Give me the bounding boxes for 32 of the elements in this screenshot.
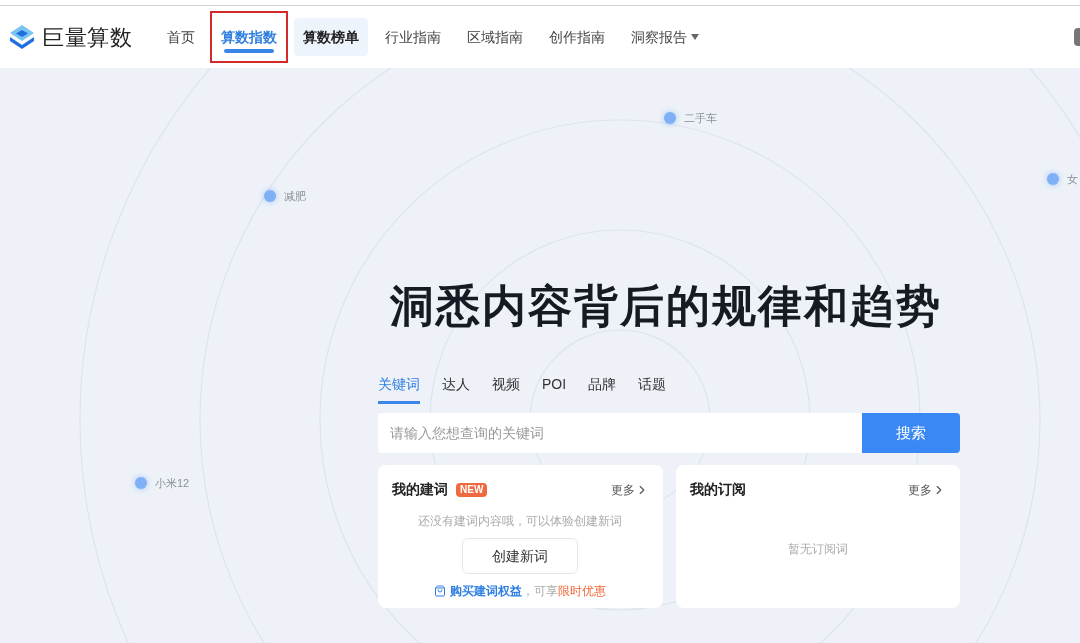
card-title: 我的订阅 (689, 480, 746, 499)
nav-item[interactable]: 区域指南 (458, 13, 533, 61)
create-word-button[interactable]: 创建新词 (462, 538, 579, 574)
nav-item[interactable]: 算数指数 (212, 13, 287, 61)
more-link[interactable]: 更多 (908, 480, 946, 499)
empty-message: 还没有建词内容哦，可以体验创建新词 (418, 513, 623, 530)
search-tab[interactable]: 话题 (638, 374, 667, 404)
logo-icon (8, 23, 36, 51)
buy-rights-link[interactable]: 购买建词权益 (450, 584, 523, 598)
user-icon[interactable] (1074, 28, 1080, 46)
nav-item[interactable]: 行业指南 (376, 13, 451, 61)
search-tab[interactable]: 达人 (442, 374, 470, 404)
search-tab[interactable]: 视频 (492, 374, 520, 404)
more-link[interactable]: 更多 (610, 480, 649, 499)
empty-message: 暂无订阅词 (787, 541, 848, 558)
search-field[interactable]: 请输入您想查询的关键词 (378, 413, 862, 453)
bag-icon (434, 585, 447, 597)
search-tab[interactable]: POI (542, 374, 567, 404)
nav-item[interactable]: 算数榜单 (294, 18, 369, 56)
nav-item[interactable]: 首页 (158, 13, 205, 61)
caret-icon (691, 34, 700, 40)
search-tab[interactable]: 品牌 (588, 374, 617, 404)
headline: 洞悉内容背后的规律和趋势 (389, 282, 943, 330)
nav-item[interactable]: 创作指南 (540, 13, 615, 61)
promo-text: 购买建词权益，可享限时优惠 (450, 583, 607, 600)
nav-item[interactable]: 洞察报告 (622, 13, 709, 61)
new-badge: NEW (456, 482, 488, 497)
card-title: 我的建词 (392, 480, 448, 499)
brand-name: 巨量算数 (42, 23, 133, 52)
search-tab[interactable]: 关键词 (378, 374, 420, 404)
active-tab-indicator (224, 49, 275, 53)
search-button[interactable]: 搜索 (862, 413, 960, 453)
